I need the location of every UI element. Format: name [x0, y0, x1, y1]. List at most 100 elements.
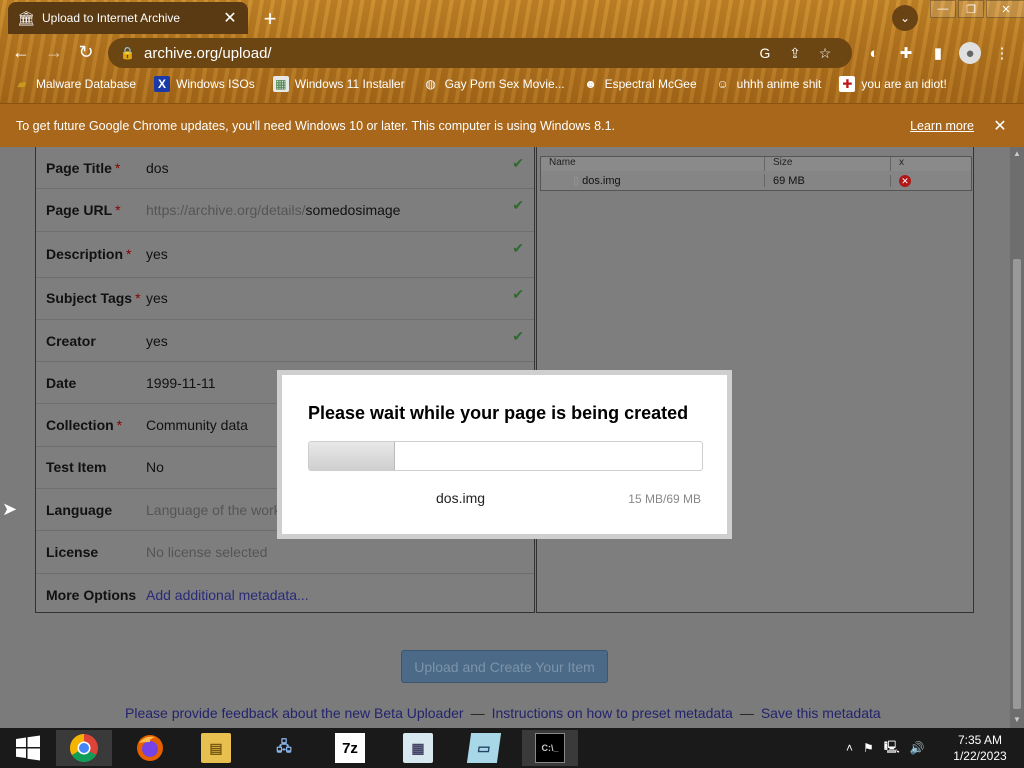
browser-tab[interactable]: 🏛 Upload to Internet Archive ✕	[8, 2, 248, 34]
flag-icon: ✚	[839, 76, 856, 92]
taskbar-notepad[interactable]: ▭	[456, 730, 512, 766]
bookmark-item[interactable]: ☻ Espectral McGee	[583, 76, 696, 92]
metadata-row-more-options[interactable]: More Options Add additional metadata...	[36, 574, 534, 616]
metadata-label: License	[46, 544, 99, 561]
extensions-puzzle-icon[interactable]: ✚	[895, 42, 917, 64]
metadata-row-page-url[interactable]: Page URL * https://archive.org/details/so…	[36, 189, 534, 232]
bookmarks-bar: ▰ Malware Database X Windows ISOs ▦ Wind…	[14, 74, 965, 94]
bookmark-item[interactable]: ◍ Gay Porn Sex Movie...	[423, 76, 564, 92]
notepad-icon: ▭	[466, 733, 502, 763]
terminal-icon: C:\_	[535, 733, 565, 763]
chrome-logo-icon	[70, 734, 98, 762]
address-bar[interactable]: 🔒 archive.org/upload/ G ⇪ ☆	[108, 38, 852, 68]
maximize-icon[interactable]: ❐	[958, 0, 984, 18]
back-icon[interactable]: ←	[10, 41, 32, 63]
folder-icon: ▰	[17, 77, 27, 91]
start-button[interactable]	[0, 730, 56, 766]
files-table: Name Size x ▯ dos.img 69 MB ✕	[540, 156, 972, 191]
scrollbar-thumb[interactable]	[1013, 259, 1021, 709]
metadata-value[interactable]: yes	[146, 290, 534, 306]
metadata-row-creator[interactable]: Creator yes ✔	[36, 320, 534, 363]
modal-title: Please wait while your page is being cre…	[308, 403, 689, 423]
profile-avatar-icon[interactable]: ●	[959, 42, 981, 64]
taskbar-command-prompt[interactable]: C:\_	[522, 730, 578, 766]
image-icon: ▦	[272, 76, 289, 92]
volume-icon[interactable]: 🔊	[910, 741, 925, 755]
bookmark-item[interactable]: ▰ Malware Database	[14, 76, 136, 92]
calculator-icon: ▦	[403, 733, 433, 763]
face-icon: ☺	[716, 77, 729, 91]
taskbar-file-explorer[interactable]: ▤	[188, 730, 244, 766]
upload-progress-bar	[308, 441, 703, 471]
taskbar-network-app[interactable]: 🖧	[256, 730, 312, 766]
x-logo-icon: X	[154, 76, 171, 92]
google-icon[interactable]: G	[750, 45, 780, 61]
metadata-label: Language	[46, 501, 113, 518]
metadata-value[interactable]: No license selected	[146, 544, 534, 560]
add-metadata-link[interactable]: Add additional metadata...	[146, 587, 534, 603]
action-center-flag-icon[interactable]: ⚑	[863, 741, 874, 755]
side-panel-icon[interactable]: ▮	[927, 42, 949, 64]
new-tab-button[interactable]: +	[258, 6, 282, 32]
page-scrollbar[interactable]: ▲ ▼	[1010, 147, 1024, 728]
infobar-close-icon[interactable]: ✕	[992, 116, 1008, 136]
tab-close-icon[interactable]: ✕	[222, 8, 238, 28]
metadata-row-subject-tags[interactable]: Subject Tags * yes ✔	[36, 278, 534, 320]
tray-expand-icon[interactable]: ˄	[846, 741, 853, 755]
metadata-value[interactable]: dos	[146, 160, 534, 176]
reload-icon[interactable]: ↻	[75, 41, 97, 63]
checkmark-icon: ✔	[512, 327, 524, 344]
url-text: archive.org/upload/	[144, 44, 272, 62]
bookmark-item[interactable]: ✚ you are an idiot!	[839, 76, 947, 92]
clock-time: 7:35 AM	[957, 733, 1003, 747]
modal-progress-text: 15 MB/69 MB	[628, 492, 701, 506]
metadata-value[interactable]: yes	[146, 246, 534, 262]
forward-icon[interactable]: →	[43, 41, 65, 63]
metadata-value[interactable]: https://archive.org/details/somedosimage	[146, 202, 534, 218]
metadata-label: More Options	[46, 586, 137, 603]
learn-more-link[interactable]: Learn more	[910, 119, 974, 133]
scroll-up-icon[interactable]: ▲	[1010, 149, 1024, 158]
upload-create-button[interactable]: Upload and Create Your Item	[401, 650, 608, 683]
window-close-icon[interactable]: ✕	[986, 0, 1024, 18]
taskbar-chrome[interactable]	[56, 730, 112, 766]
tab-title: Upload to Internet Archive	[42, 11, 181, 25]
file-row[interactable]: ▯ dos.img 69 MB ✕	[541, 171, 971, 190]
feedback-link[interactable]: Please provide feedback about the new Be…	[125, 705, 464, 721]
remove-file-icon[interactable]: ✕	[899, 174, 911, 187]
taskbar-calculator[interactable]: ▦	[390, 730, 446, 766]
save-metadata-link[interactable]: Save this metadata	[761, 705, 881, 721]
file-size: 69 MB	[765, 174, 891, 187]
scroll-down-icon[interactable]: ▼	[1010, 715, 1024, 724]
metadata-label: Creator	[46, 332, 96, 349]
archive-logo-icon: 🏛	[17, 9, 35, 26]
minimize-icon[interactable]: —	[930, 0, 956, 18]
mouse-cursor-icon: ➤	[2, 499, 18, 519]
clock-date: 1/22/2023	[953, 749, 1007, 763]
preset-instructions-link[interactable]: Instructions on how to preset metadata	[492, 705, 733, 721]
tab-search-icon[interactable]: ⌄	[892, 5, 918, 31]
share-icon[interactable]: ⇪	[780, 45, 810, 62]
firefox-logo-icon	[137, 735, 163, 761]
progress-modal: Please wait while your page is being cre…	[277, 370, 732, 539]
bookmark-item[interactable]: X Windows ISOs	[154, 76, 255, 92]
taskbar-7zip[interactable]: 7z	[322, 730, 378, 766]
bookmark-star-icon[interactable]: ☆	[810, 45, 840, 62]
modal-file-name: dos.img	[436, 490, 486, 506]
taskbar-clock[interactable]: 7:35 AM 1/22/2023	[945, 732, 1015, 764]
extension-flag-icon[interactable]: ◐	[863, 42, 885, 64]
checkmark-icon: ✔	[512, 155, 524, 171]
network-icon[interactable]: 🖳	[884, 738, 900, 759]
metadata-row-page-title[interactable]: Page Title * dos ✔	[36, 147, 534, 190]
7zip-icon: 7z	[335, 733, 365, 763]
bookmark-item[interactable]: ▦ Windows 11 Installer	[272, 76, 405, 92]
file-icon: ▯	[573, 175, 580, 187]
checkmark-icon: ✔	[512, 285, 524, 302]
metadata-value[interactable]: yes	[146, 333, 534, 349]
taskbar-firefox[interactable]	[122, 730, 178, 766]
menu-kebab-icon[interactable]: ⋮	[991, 42, 1013, 64]
bookmark-item[interactable]: ☺ uhhh anime shit	[715, 76, 822, 92]
folder-icon: ▤	[201, 733, 231, 763]
metadata-row-description[interactable]: Description * yes ✔	[36, 232, 534, 278]
lock-icon: 🔒	[120, 46, 135, 60]
